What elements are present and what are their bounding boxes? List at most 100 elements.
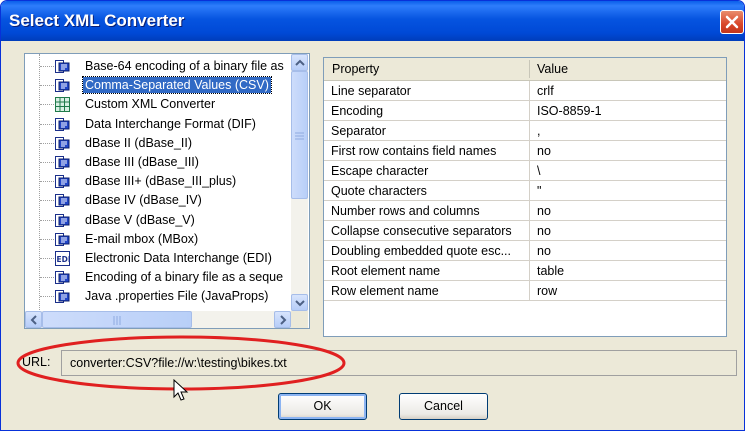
close-button[interactable] — [720, 10, 744, 34]
converter-item[interactable]: Custom XML Converter — [25, 95, 290, 114]
column-divider — [529, 261, 530, 280]
property-value[interactable]: crlf — [537, 84, 554, 98]
column-divider — [529, 121, 530, 140]
tree-connector-line — [40, 181, 54, 183]
property-row[interactable]: Doubling embedded quote esc... no — [324, 241, 726, 261]
converter-item[interactable]: dBase II (dBase_II) — [25, 134, 290, 153]
converter-icon — [55, 232, 70, 247]
converter-item[interactable]: Base-64 encoding of a binary file as — [25, 57, 290, 76]
converter-tree[interactable]: Base-64 encoding of a binary file as Comm… — [24, 53, 310, 329]
property-name: Encoding — [331, 104, 384, 118]
tree-connector-line — [40, 104, 54, 106]
converter-item-label: Comma-Separated Values (CSV) — [82, 76, 272, 95]
property-name: Row element name — [331, 284, 439, 298]
converter-item[interactable]: dBase IV (dBase_IV) — [25, 191, 290, 210]
property-name: Collapse consecutive separators — [331, 224, 512, 238]
converter-item-label: E-mail mbox (MBox) — [85, 231, 199, 246]
converter-icon — [55, 174, 70, 189]
converter-icon — [55, 289, 70, 304]
converter-item[interactable]: Data Interchange Format (DIF) — [25, 115, 290, 134]
converter-item-label: dBase V (dBase_V) — [85, 212, 195, 227]
converter-item[interactable]: dBase III+ (dBase_III_plus) — [25, 172, 290, 191]
vertical-scrollbar[interactable] — [291, 54, 308, 311]
property-value[interactable]: \ — [537, 164, 540, 178]
property-row[interactable]: Separator, — [324, 121, 726, 141]
chevron-up-icon — [295, 59, 305, 66]
tree-connector-line — [40, 66, 54, 67]
grip-icon — [295, 132, 304, 140]
property-value[interactable]: no — [537, 204, 551, 218]
column-divider — [529, 221, 530, 240]
property-value[interactable]: row — [537, 284, 557, 298]
grip-icon — [113, 316, 121, 325]
vertical-scroll-thumb[interactable] — [291, 71, 308, 199]
property-name: Root element name — [331, 264, 441, 278]
title-bar[interactable]: Select XML Converter — [1, 1, 744, 41]
converter-icon — [55, 193, 70, 208]
scroll-down-button[interactable] — [291, 294, 308, 311]
converter-item-label: Electronic Data Interchange (EDI) — [85, 251, 272, 265]
mouse-cursor-icon — [173, 379, 189, 401]
property-value[interactable]: no — [537, 144, 551, 158]
property-value[interactable]: table — [537, 264, 564, 278]
tree-connector-line — [40, 277, 54, 279]
property-row[interactable]: Encoding ISO-8859-1 — [324, 101, 726, 121]
converter-icon — [55, 270, 70, 285]
property-row[interactable]: Quote characters " — [324, 181, 726, 201]
property-table: Property Value Line separator crlf Encodin… — [323, 57, 727, 337]
tree-connector-line — [40, 238, 54, 240]
tree-connector-line — [40, 200, 54, 202]
property-row[interactable]: Number rows and columns no — [324, 201, 726, 221]
tree-connector-line — [40, 85, 54, 87]
property-row[interactable]: Collapse consecutive separators no — [324, 221, 726, 241]
converter-item[interactable]: E-mail mbox (MBox) — [25, 230, 290, 249]
column-divider — [529, 141, 530, 160]
converter-item-label: Custom XML Converter — [85, 97, 216, 112]
property-row[interactable]: Root element name table — [324, 261, 726, 281]
tree-connector-line — [40, 142, 54, 144]
property-name: First row contains field names — [331, 144, 497, 158]
cancel-button[interactable]: Cancel — [399, 393, 488, 420]
converter-item[interactable]: dBase V (dBase_V) — [25, 211, 290, 230]
property-value[interactable]: no — [537, 224, 551, 238]
grid-icon — [55, 97, 70, 113]
property-value[interactable]: " — [537, 184, 541, 198]
column-divider — [529, 181, 530, 200]
property-table-header: Property Value — [324, 58, 726, 81]
property-name: Line separator — [331, 84, 411, 98]
column-divider — [529, 281, 530, 300]
converter-item-label: dBase III (dBase_III) — [85, 155, 199, 169]
converter-item[interactable]: EDI Electronic Data Interchange (EDI) — [25, 249, 290, 268]
converter-icon — [55, 117, 70, 132]
ok-button[interactable]: OK — [278, 393, 367, 420]
property-row[interactable]: First row contains field names no — [324, 141, 726, 161]
converter-item[interactable]: Comma-Separated Values (CSV) — [25, 76, 290, 95]
property-row[interactable]: Row element name row — [324, 281, 726, 301]
column-divider — [529, 101, 530, 120]
converter-item[interactable]: Encoding of a binary file as a seque — [25, 268, 290, 287]
property-row[interactable]: Escape character \ — [324, 161, 726, 181]
converter-icon — [55, 136, 70, 151]
property-row[interactable]: Line separator crlf — [324, 81, 726, 101]
converter-item[interactable]: Java .properties File (JavaProps) — [25, 287, 290, 306]
column-divider — [529, 241, 530, 260]
column-header-value[interactable]: Value — [537, 62, 568, 76]
property-value[interactable]: no — [537, 244, 551, 258]
converter-item[interactable]: dBase III (dBase_III) — [25, 153, 290, 172]
chevron-right-icon — [280, 315, 287, 325]
tree-connector-line — [40, 219, 54, 221]
tree-connector-line — [40, 258, 54, 259]
scroll-up-button[interactable] — [291, 54, 308, 71]
column-divider[interactable] — [529, 60, 530, 78]
property-value[interactable]: , — [537, 124, 540, 138]
column-divider — [529, 161, 530, 180]
tree-connector-line — [40, 123, 54, 125]
column-header-property[interactable]: Property — [332, 62, 379, 76]
select-xml-converter-dialog: Select XML Converter Base-64 encoding of… — [0, 0, 745, 431]
close-icon — [725, 15, 739, 29]
converter-icon — [55, 213, 70, 228]
column-divider — [529, 81, 530, 100]
property-name: Separator — [331, 124, 386, 138]
converter-item-label: Java .properties File (JavaProps) — [85, 289, 269, 304]
property-value[interactable]: ISO-8859-1 — [537, 104, 602, 118]
